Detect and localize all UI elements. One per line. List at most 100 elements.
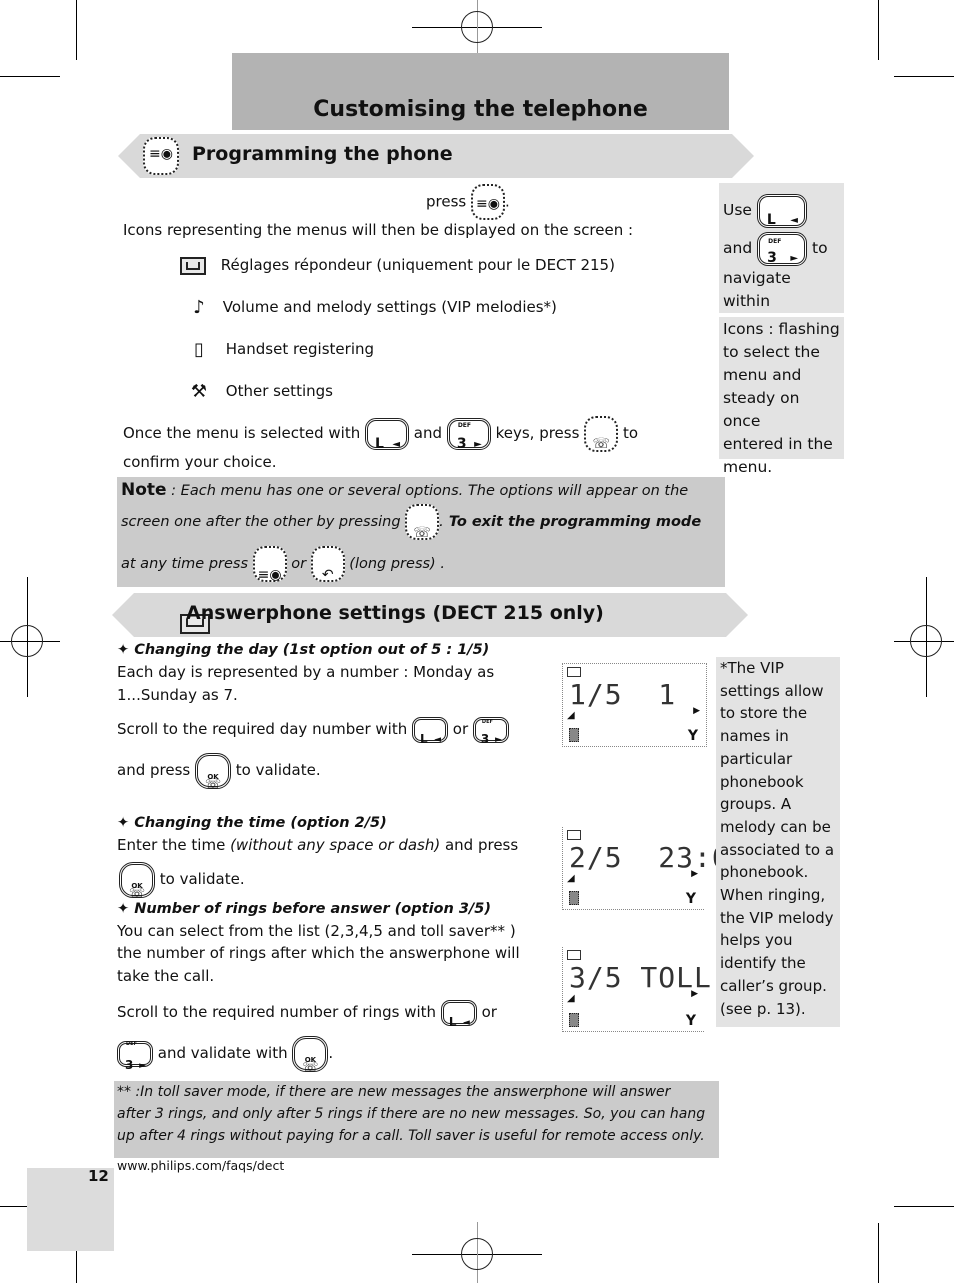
right-key-icon: 3 ► DEF [757,231,808,266]
note-text: or [291,556,307,572]
sidebar-line: and 3 ► DEF to [723,229,840,267]
left-key-icon: L ◄ [440,999,477,1029]
right-key-icon: 3 ► DEF [117,1040,153,1072]
option-text: You can select from the list (2,3,4,5 an… [117,922,516,940]
menu-item-other: ⚒ Other settings [184,380,333,403]
battery-icon [569,1013,579,1027]
sidebar-line: identify the [720,954,806,973]
sidebar-line: phonebook. [720,863,809,882]
crop-mark [878,0,879,60]
note-line-1: Note : Each menu has one or several opti… [121,479,688,502]
handset-icon: ▯ [194,338,204,360]
sidebar-line: Use L ◄ [723,191,840,229]
note-text: screen one after the other by pressing [121,514,401,530]
hangup-key-icon: ↶ [310,546,345,583]
antenna-icon: Y [685,1013,696,1029]
right-key-icon: 3 ► DEF [472,716,509,746]
right-arrow-icon: ▶ [693,706,700,716]
note-bold-text: To exit the programming mode [443,514,702,530]
footnote-text: ** :In toll saver mode, if there are new… [117,1084,706,1144]
right-key-icon: 3 ► DEF [446,417,491,452]
option-text: . [328,1044,334,1062]
option-heading: ✦ Changing the day (1st option out of 5 … [117,642,490,658]
ok-key-icon: OK ☏ [292,1035,329,1075]
option-text: to validate. [235,761,321,779]
confirm-line-2: confirm your choice. [123,453,277,471]
menu-item-label: Volume and melody settings (VIP melodies… [222,298,557,316]
battery-icon [569,891,579,905]
registration-circle [910,625,942,657]
confirm-text: Once the menu is selected with [123,424,361,442]
crop-mark [878,1223,879,1283]
sidebar-line: *The VIP [720,659,784,677]
sidebar-line: caller’s group. [720,976,827,995]
battery-icon [569,728,579,742]
option-validate-line: 3 ► DEF and validate with OK ☏. [117,1034,334,1075]
page-title: Customising the telephone [313,97,648,122]
crop-mark [894,76,954,77]
sidebar-line: Icons : flashing [723,320,840,338]
option-heading: ✦ Changing the time (option 2/5) [117,815,387,831]
sidebar-line: steady on once [723,389,800,430]
left-arrow-icon: ◢ [567,873,575,884]
confirm-line: Once the menu is selected with L ◄ and 3 ►… [123,414,638,452]
option-text: 1...Sunday as 7. [117,686,238,704]
menu-key-icon: ≡◉ [252,546,287,583]
footnote-box: ** :In toll saver mode, if there are new… [114,1081,719,1158]
sidebar-line: phonebook [720,772,804,791]
sidebar-line: navigate within [723,269,791,310]
confirm-text: and [413,424,443,442]
sidebar-icons-box: Icons : flashing to select the menu and … [719,317,844,476]
sidebar-vip-box: *The VIP settings allow to store the nam… [716,657,840,1027]
menu-item-label: Réglages répondeur (uniquement pour le D… [220,256,615,274]
answerphone-icon [567,950,581,960]
wrench-icon: ⚒ [190,380,208,402]
sidebar-line: names in [720,727,789,746]
option-scroll-line: Scroll to the required day number with L… [117,712,509,746]
confirm-text: keys, press [495,424,580,442]
page-number: 12 [88,1167,109,1185]
lcd-display-day: 1/5 1 ◢ ▶ Y [562,663,707,747]
option-text: the number of rings after which the answ… [117,944,520,962]
option-text: or [452,720,469,738]
menu-item-answerphone: Réglages répondeur (uniquement pour le D… [180,254,615,276]
option-text: to validate. [159,870,245,888]
left-key-icon: L ◄ [365,417,410,452]
antenna-icon: Y [687,728,698,744]
select-key-icon: ☏ [405,504,440,541]
section-title-answerphone: Answerphone settings (DECT 215 only) [186,602,604,624]
menu-key-icon: ≡◉ [471,184,505,220]
option-text: Each day is represented by a number : Mo… [117,663,495,681]
right-arrow-icon: ▶ [691,989,698,999]
menu-item-label: Handset registering [225,340,375,358]
left-arrow-icon: ◢ [567,993,575,1004]
menu-item-volume: ♪ Volume and melody settings (VIP melodi… [184,296,557,319]
menu-key-icon: ≡◉ [143,137,179,175]
music-note-icon: ♪ [193,296,205,318]
lcd-text: 2/5 23:0 [569,841,730,874]
sidebar-line: associated to a [720,840,835,859]
menu-item-handset: ▯ Handset registering [184,338,374,361]
note-label: Note [121,480,167,500]
ok-key-icon: OK ☏ [195,752,231,792]
crop-mark [0,76,60,77]
lcd-display-rings: 3/5 TOLL ◢ ▶ Y [562,947,711,1032]
sidebar-line: the VIP melody [720,908,834,927]
right-arrow-icon: ▶ [691,869,698,879]
footer-url[interactable]: www.philips.com/faqs/dect [117,1158,284,1173]
left-arrow-icon: ◢ [567,710,575,721]
menu-item-label: Other settings [225,382,333,400]
option-text: and press [117,761,191,779]
confirm-text: to [622,424,639,442]
left-key-icon: L ◄ [412,716,448,746]
antenna-icon: Y [685,891,696,907]
option-text: take the call. [117,967,215,985]
lcd-display-time: 2/5 23:0 ◢ ▶ Y [562,827,729,910]
sidebar-line: to select the [723,343,820,361]
sidebar-line: melody can be [720,817,831,836]
option-heading: ✦ Number of rings before answer (option … [117,901,491,917]
intro-text: Icons representing the menus will then b… [123,221,634,239]
select-key-icon: ☏ [584,415,619,452]
note-line-2: screen one after the other by pressing ☏… [121,502,701,542]
ok-key-icon: OK ☏ [119,861,155,901]
